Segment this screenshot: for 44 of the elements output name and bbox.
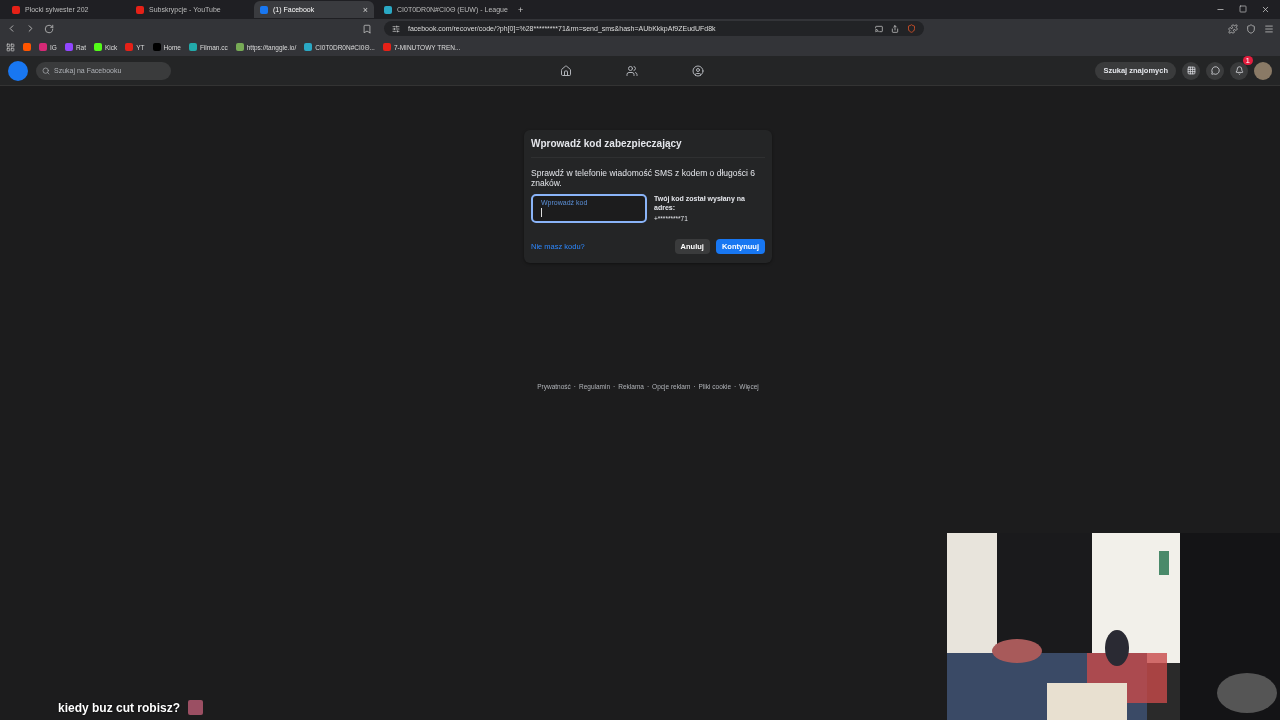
grid-icon <box>1186 66 1196 75</box>
favicon-icon <box>64 43 73 51</box>
extensions-icon[interactable] <box>1228 23 1238 34</box>
shield-icon[interactable] <box>907 24 916 33</box>
home-icon[interactable] <box>560 64 572 77</box>
chat-message: kiedy buz cut robisz? <box>57 700 180 715</box>
favicon-icon <box>260 5 268 14</box>
bell-icon <box>1234 66 1244 75</box>
bookmark-icon[interactable] <box>362 23 372 34</box>
favicon-icon <box>235 43 244 51</box>
close-icon[interactable] <box>1261 5 1270 14</box>
shield-icon[interactable] <box>1246 23 1256 34</box>
favicon-icon <box>94 43 102 51</box>
favicon-icon <box>384 5 392 14</box>
favicon-icon <box>188 43 197 51</box>
chat-logo-icon <box>188 700 203 715</box>
chat-bubble-icon <box>1210 66 1220 75</box>
search-icon <box>42 66 50 75</box>
messenger-button[interactable] <box>1206 61 1224 80</box>
cast-icon[interactable] <box>875 24 883 33</box>
favicon-icon <box>125 43 134 51</box>
dialog-message: Sprawdź w telefonie wiadomość SMS z kodem o długości 6 znaków. <box>531 168 756 189</box>
text-cursor <box>541 208 542 218</box>
favicon-icon <box>136 5 144 14</box>
friends-icon[interactable] <box>626 64 638 77</box>
favicon-icon <box>382 43 391 51</box>
facebook-logo[interactable] <box>8 60 28 81</box>
menu-icon[interactable] <box>1264 23 1274 34</box>
profile-icon[interactable] <box>692 64 704 77</box>
maximize-icon[interactable] <box>1239 5 1247 13</box>
favicon-icon <box>12 5 20 14</box>
reload-icon[interactable] <box>44 23 54 34</box>
share-icon[interactable] <box>891 24 899 33</box>
notifications-button[interactable] <box>1230 61 1248 80</box>
apps-icon[interactable] <box>6 42 15 52</box>
notification-badge: 1 <box>1242 55 1253 65</box>
new-tab-button[interactable]: + <box>517 4 524 15</box>
avatar[interactable] <box>1254 61 1272 80</box>
favicon-icon <box>152 43 161 51</box>
menu-button[interactable] <box>1182 61 1200 80</box>
site-settings-icon[interactable] <box>392 24 400 33</box>
close-icon[interactable]: × <box>362 4 368 15</box>
dialog-title: Wprowadź kod zabezpieczający <box>531 138 765 158</box>
favicon-icon <box>304 43 313 51</box>
